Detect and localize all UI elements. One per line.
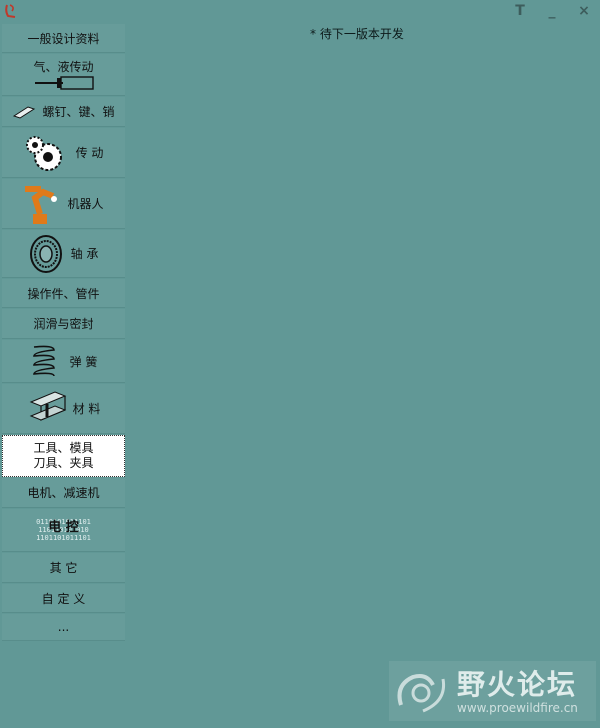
- sidebar-item-pneumatic-hydraulic[interactable]: 气、液传动: [2, 54, 125, 96]
- sidebar-item-label: 螺钉、键、销: [42, 105, 115, 119]
- robot-arm-icon: [25, 185, 58, 224]
- sidebar-item-label: 润滑与密封: [33, 317, 94, 331]
- minimize-button[interactable]: _: [536, 0, 568, 22]
- sidebar-item-materials[interactable]: 材 料: [2, 384, 125, 434]
- bearing-icon: [29, 234, 62, 273]
- sidebar-item-custom[interactable]: 自 定 义: [2, 584, 125, 613]
- key-icon: [13, 105, 36, 119]
- sidebar-item-label: 电机、减速机: [27, 486, 100, 500]
- binary-line: 1101101011101: [36, 534, 91, 542]
- binary-pattern-icon: 0110101011101 110110101010 1101101011101…: [36, 518, 91, 542]
- app-logo-icon: [5, 4, 16, 18]
- sidebar-item-label: 轴 承: [70, 247, 99, 261]
- sidebar-item-label: 其 它: [49, 561, 78, 575]
- sidebar-item-robot[interactable]: 机器人: [2, 179, 125, 229]
- sidebar-item-motors-reducers[interactable]: 电机、减速机: [2, 478, 125, 508]
- watermark-title: 野火论坛: [457, 668, 578, 701]
- spring-icon: [32, 345, 55, 377]
- watermark-logo-icon: [397, 674, 446, 713]
- sidebar-item-label: 传 动: [75, 146, 104, 160]
- sidebar-item-label: 弹 簧: [69, 354, 98, 369]
- sidebar-item-more[interactable]: ...: [2, 614, 125, 641]
- sidebar-item-label: 操作件、管件: [27, 286, 100, 301]
- sidebar-item-lubrication-sealing[interactable]: 润滑与密封: [2, 309, 125, 339]
- sidebar-item-others[interactable]: 其 它: [2, 553, 125, 583]
- sidebar-item-bearings[interactable]: 轴 承: [2, 230, 125, 278]
- sidebar-item-label: 材 料: [72, 402, 101, 416]
- sidebar-item-tools-dies[interactable]: 工具、模具 刀具、夹具: [2, 435, 125, 477]
- sidebar-item-electrical-control[interactable]: 0110101011101 110110101010 1101101011101…: [2, 509, 125, 552]
- sidebar-item-label: 气、液传动: [33, 60, 94, 74]
- sidebar-item-handles-pipes[interactable]: 操作件、管件: [2, 279, 125, 308]
- sidebar-item-transmission[interactable]: 传 动: [2, 128, 125, 178]
- pin-button[interactable]: T: [504, 0, 536, 22]
- forum-watermark: 野火论坛 www.proewildfire.cn: [389, 661, 596, 721]
- watermark-url: www.proewildfire.cn: [457, 701, 578, 715]
- sidebar-item-screws-keys-pins[interactable]: 螺钉、键、销: [2, 97, 125, 127]
- sidebar-item-general-design[interactable]: 一般设计资料: [2, 24, 125, 53]
- cylinder-icon: [34, 76, 94, 90]
- sidebar-item-label: 一般设计资料: [27, 31, 100, 46]
- sidebar-item-label: 电 控: [48, 520, 79, 535]
- sidebar-item-springs[interactable]: 弹 簧: [2, 340, 125, 383]
- gear-icon: [25, 135, 62, 171]
- close-button[interactable]: ×: [568, 0, 600, 22]
- window-controls: T _ ×: [504, 0, 600, 22]
- sidebar-item-label-line2: 刀具、夹具: [33, 456, 94, 470]
- sidebar-item-label: 机器人: [67, 197, 104, 211]
- i-beam-icon: [29, 390, 66, 421]
- sidebar-item-label: ...: [57, 620, 70, 634]
- pending-notice: * 待下一版本开发: [310, 27, 404, 41]
- sidebar-item-label: 自 定 义: [41, 591, 86, 606]
- sidebar-item-label-line1: 工具、模具: [33, 441, 94, 455]
